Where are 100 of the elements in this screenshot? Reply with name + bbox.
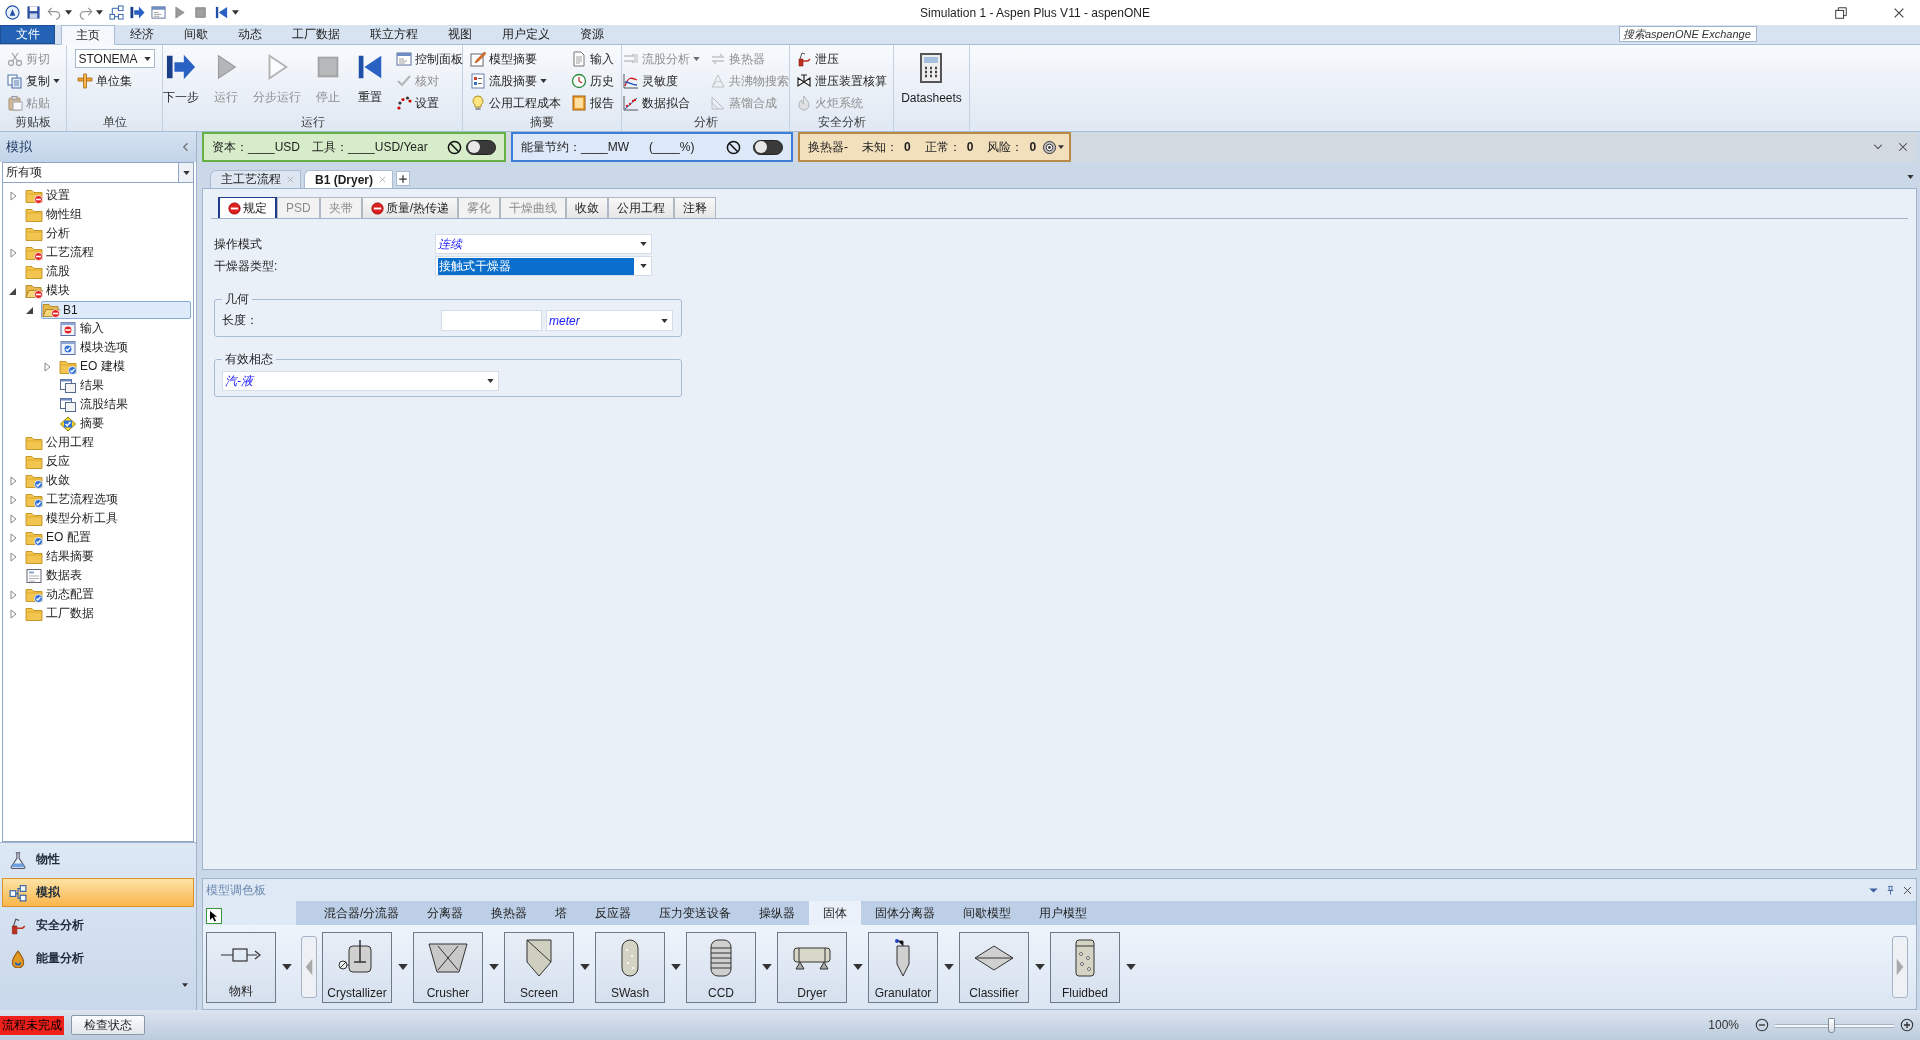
navigation-button[interactable]: 能量分析 bbox=[2, 944, 194, 973]
form-tab[interactable]: 公用工程 bbox=[608, 197, 675, 218]
tree-item[interactable]: 模块选项 bbox=[58, 338, 133, 357]
slider-thumb[interactable] bbox=[1827, 1017, 1835, 1033]
expand-arrow-icon[interactable] bbox=[9, 589, 18, 600]
ribbon-button[interactable]: 模型摘要 bbox=[468, 48, 563, 70]
save-icon[interactable] bbox=[26, 5, 41, 20]
expand-arrow-icon[interactable] bbox=[9, 513, 18, 524]
tree-item[interactable]: 工厂数据 bbox=[24, 604, 99, 623]
expand-arrow-icon[interactable] bbox=[9, 532, 18, 543]
document-tab[interactable]: B1 (Dryer) bbox=[304, 170, 394, 188]
forward-arrow-icon[interactable] bbox=[130, 5, 145, 20]
zoom-in-icon[interactable] bbox=[1900, 1018, 1914, 1032]
pin-icon[interactable] bbox=[1885, 884, 1896, 896]
dropdown-field[interactable]: 汽-液 bbox=[222, 371, 499, 391]
scroll-right-button[interactable] bbox=[1892, 936, 1908, 998]
form-tab[interactable]: 收敛 bbox=[566, 197, 609, 218]
ribbon-button[interactable]: Datasheets bbox=[898, 48, 965, 114]
tree-item[interactable]: 摘要 bbox=[58, 414, 109, 433]
close-icon[interactable] bbox=[1902, 884, 1913, 896]
navigation-button[interactable]: 安全分析 bbox=[2, 911, 194, 940]
ribbon-tab[interactable]: 经济 bbox=[115, 25, 169, 44]
tree-item[interactable]: 模型分析工具 bbox=[24, 509, 123, 528]
ribbon-button[interactable]: 灵敏度 bbox=[620, 70, 702, 92]
model-button[interactable]: Dryer bbox=[777, 931, 847, 1003]
palette-tab[interactable]: 用户模型 bbox=[1025, 901, 1102, 925]
window-icon[interactable] bbox=[151, 5, 166, 20]
ribbon-button[interactable]: 单位集 bbox=[74, 70, 155, 92]
tree-item[interactable]: EO 建模 bbox=[58, 357, 130, 376]
file-tab[interactable]: 文件 bbox=[0, 25, 55, 44]
tree-item[interactable]: 设置 bbox=[24, 186, 75, 205]
check-status-button[interactable]: 检查状态 bbox=[71, 1015, 145, 1035]
model-button[interactable]: Screen bbox=[504, 931, 574, 1003]
ribbon-button[interactable]: 报告 bbox=[569, 92, 616, 114]
ribbon-button[interactable]: 设置 bbox=[394, 92, 465, 114]
tree-item[interactable]: 流股结果 bbox=[58, 395, 133, 414]
scroll-left-button[interactable] bbox=[301, 936, 317, 998]
search-field[interactable]: 搜索aspenONE Exchange bbox=[1619, 26, 1757, 42]
ribbon-tab[interactable]: 联立方程 bbox=[355, 25, 433, 44]
tree-item[interactable]: 物性组 bbox=[24, 205, 87, 224]
ribbon-button[interactable]: 公用工程成本 bbox=[468, 92, 563, 114]
stream-button[interactable]: 物料 bbox=[206, 931, 276, 1003]
model-button[interactable]: Fluidbed bbox=[1050, 931, 1120, 1003]
ribbon-button[interactable]: 数据拟合 bbox=[620, 92, 702, 114]
app-logo-icon[interactable] bbox=[5, 5, 20, 20]
ribbon-button[interactable]: 复制 bbox=[4, 70, 62, 92]
pointer-icon[interactable] bbox=[206, 908, 222, 924]
ribbon-tab[interactable]: 主页 bbox=[61, 25, 115, 45]
tree-item[interactable]: 结果 bbox=[58, 376, 109, 395]
tree-item[interactable]: 公用工程 bbox=[24, 433, 99, 452]
expand-arrow-icon[interactable] bbox=[43, 361, 52, 372]
tree-item[interactable]: 结果摘要 bbox=[24, 547, 99, 566]
palette-tab[interactable]: 塔 bbox=[541, 901, 582, 925]
add-tab-button[interactable] bbox=[396, 171, 411, 186]
toggle-switch[interactable] bbox=[753, 139, 783, 155]
ribbon-button[interactable]: 流股摘要 bbox=[468, 70, 563, 92]
tree-item[interactable]: 反应 bbox=[24, 452, 75, 471]
input-field[interactable] bbox=[441, 310, 542, 331]
ribbon-button[interactable]: 历史 bbox=[569, 70, 616, 92]
ribbon-button[interactable]: 泄压 bbox=[794, 48, 889, 70]
expand-arrow-icon[interactable] bbox=[9, 551, 18, 562]
zoom-out-icon[interactable] bbox=[1755, 1018, 1769, 1032]
filter-dropdown[interactable]: 所有项 bbox=[2, 162, 194, 183]
model-button[interactable]: Crystallizer bbox=[322, 931, 392, 1003]
document-tab[interactable]: 主工艺流程 bbox=[210, 170, 301, 188]
palette-tab[interactable]: 压力变送设备 bbox=[645, 901, 746, 925]
caret-icon[interactable] bbox=[1907, 175, 1914, 179]
tree-item[interactable]: 输入 bbox=[58, 319, 109, 338]
model-button[interactable]: Crusher bbox=[413, 931, 483, 1003]
form-tab[interactable]: 注释 bbox=[674, 197, 717, 218]
expand-arrow-icon[interactable] bbox=[9, 475, 18, 486]
stop-icon[interactable] bbox=[193, 5, 208, 20]
dropdown-field[interactable]: 连续 bbox=[435, 234, 652, 254]
form-tab[interactable]: 质量/热传递 bbox=[361, 197, 459, 218]
ribbon-button[interactable]: 下一步 bbox=[160, 48, 202, 114]
palette-tab[interactable]: 混合器/分流器 bbox=[310, 901, 414, 925]
dropdown-field[interactable]: 接触式干燥器 bbox=[435, 256, 652, 276]
ribbon-tab[interactable]: 间歇 bbox=[169, 25, 223, 44]
toggle-switch[interactable] bbox=[466, 139, 496, 155]
target-dropdown[interactable] bbox=[1042, 139, 1065, 155]
model-button[interactable]: CCD bbox=[686, 931, 756, 1003]
ribbon-tab[interactable]: 工厂数据 bbox=[277, 25, 355, 44]
ribbon-tab[interactable]: 视图 bbox=[433, 25, 487, 44]
form-tab[interactable]: 规定 bbox=[218, 197, 277, 218]
tree-item[interactable]: 收敛 bbox=[24, 471, 75, 490]
tree-item[interactable]: 工艺流程选项 bbox=[24, 490, 123, 509]
ribbon-button[interactable]: 重置 bbox=[352, 48, 388, 114]
palette-tab[interactable]: 固体分离器 bbox=[861, 901, 950, 925]
tree-item[interactable]: 模块 bbox=[24, 281, 75, 300]
ribbon-tab[interactable]: 资源 bbox=[565, 25, 619, 44]
tree-item[interactable]: 数据表 bbox=[24, 566, 87, 585]
model-button[interactable]: Classifier bbox=[959, 931, 1029, 1003]
palette-tab[interactable]: 换热器 bbox=[477, 901, 542, 925]
restore-icon[interactable] bbox=[1834, 5, 1848, 20]
ribbon-button[interactable]: 输入 bbox=[569, 48, 616, 70]
ribbon-button[interactable]: 泄压装置核算 bbox=[794, 70, 889, 92]
unit-dropdown[interactable]: meter bbox=[546, 310, 673, 331]
tree-item[interactable]: EO 配置 bbox=[24, 528, 96, 547]
ribbon-button[interactable]: 控制面板 bbox=[394, 48, 465, 70]
expand-arrow-icon[interactable] bbox=[9, 494, 18, 505]
